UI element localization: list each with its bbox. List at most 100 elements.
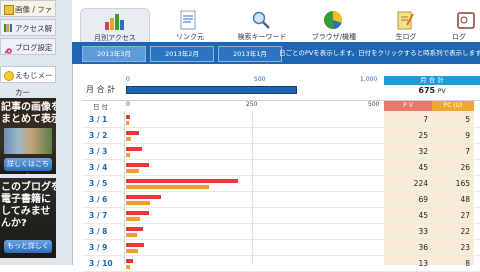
pc-bar (126, 137, 131, 141)
pc-value: 22 (460, 227, 470, 236)
banner-more-button[interactable]: もっと詳しく (4, 240, 52, 253)
sidebar-item-images[interactable]: 画像 / ファイル (0, 0, 56, 31)
tab-log[interactable]: ログ (440, 8, 480, 42)
pc-value: 48 (460, 195, 470, 204)
pv-bar (126, 163, 149, 167)
pc-value: 165 (455, 179, 470, 188)
banner-text: んか? (1, 218, 27, 229)
pc-value: 26 (460, 163, 470, 172)
sidebar-item-emoji[interactable]: えもじメーカー (0, 66, 56, 97)
link-page-icon (178, 10, 200, 30)
pv-bar (126, 227, 143, 231)
monthly-total-number: 675 (418, 86, 436, 95)
pv-bar (126, 195, 161, 199)
day-link[interactable]: 3 / 6 (89, 195, 107, 204)
notepad-icon (394, 10, 416, 30)
tab-label: ブラウザ/機種 (311, 33, 357, 41)
table-row: 3 / 3 32 7 (82, 144, 480, 160)
photo-banner[interactable]: 記事の画像を まとめて表示! 詳しくはこちら (0, 98, 56, 174)
pv-value: 45 (418, 163, 428, 172)
banner-text: 記事の画像を (1, 102, 56, 113)
pc-column-header: PC (U) (432, 101, 474, 111)
emoji-icon (4, 71, 14, 81)
pc-bar (126, 153, 130, 157)
day-column-header: 日 付 (93, 103, 109, 111)
pv-bar (126, 211, 149, 215)
monthly-total-value: 675 PV (384, 85, 480, 96)
pv-bar (126, 179, 238, 183)
pv-value: 36 (418, 243, 428, 252)
table-row: 3 / 4 45 26 (82, 160, 480, 176)
pv-bar (126, 131, 139, 135)
pc-bar (126, 201, 150, 205)
pv-value: 13 (418, 259, 428, 268)
table-row: 3 / 1 7 5 (82, 112, 480, 128)
wrench-icon (4, 43, 12, 54)
pc-bar (126, 265, 130, 269)
sidebar-item-settings[interactable]: ブログ設定 (0, 38, 56, 55)
photo-thumbnails (4, 128, 52, 154)
tab-search-keyword[interactable]: 検索キーワード (228, 8, 296, 42)
log-icon (456, 10, 478, 30)
monthly-total-header: 月 合 計 (384, 76, 480, 85)
table-row: 3 / 8 33 22 (82, 224, 480, 240)
tab-raw-log[interactable]: 生ログ (372, 8, 440, 42)
pv-value: 7 (423, 115, 428, 124)
magnifier-icon (250, 10, 272, 30)
day-link[interactable]: 3 / 7 (89, 211, 107, 220)
pc-bar (126, 233, 137, 237)
pc-value: 8 (465, 259, 470, 268)
pv-value: 224 (413, 179, 428, 188)
day-link[interactable]: 3 / 8 (89, 227, 107, 236)
banner-text: 電子書籍に (1, 194, 51, 205)
month-button-active[interactable]: 2013年3月 (82, 46, 146, 62)
day-link[interactable]: 3 / 2 (89, 131, 107, 140)
table-row: 3 / 7 45 27 (82, 208, 480, 224)
day-link[interactable]: 3 / 10 (89, 259, 113, 268)
month-button[interactable]: 2013年1月 (218, 46, 282, 62)
pc-value: 5 (465, 115, 470, 124)
day-link[interactable]: 3 / 3 (89, 147, 107, 156)
pc-value: 7 (465, 147, 470, 156)
hint-text: 日ごとのPVを表示します。日付をクリックすると時系列で表示します。 (279, 49, 480, 57)
pc-bar (126, 217, 140, 221)
axis-tick: 500 (368, 101, 380, 108)
pie-chart-icon (322, 10, 344, 30)
tab-label: リンク元 (176, 33, 204, 41)
pc-value: 9 (465, 131, 470, 140)
monthly-scale: 0 500 1,000 (124, 76, 377, 86)
pv-value: 25 (418, 131, 428, 140)
scale-tick: 500 (254, 76, 266, 83)
pc-bar (126, 185, 209, 189)
month-button[interactable]: 2013年2月 (150, 46, 214, 62)
sidebar-item-label: えもじメーカー (15, 71, 53, 97)
tab-label: ログ (452, 33, 466, 41)
pv-bar (126, 115, 130, 119)
tab-browser[interactable]: ブラウザ/機種 (300, 8, 368, 42)
day-link[interactable]: 3 / 9 (89, 243, 107, 252)
tab-label: 生ログ (395, 33, 417, 41)
tab-monthly-access[interactable]: 月別アクセス (80, 8, 150, 43)
pv-value: 69 (418, 195, 428, 204)
tab-referrer[interactable]: リンク元 (156, 8, 224, 42)
banner-text: してみませ (1, 206, 51, 217)
sidebar-item-label: ブログ設定 (15, 43, 53, 52)
ebook-banner[interactable]: このブログを 電子書籍に してみませ んか? もっと詳しく (0, 178, 56, 258)
pv-bar (126, 243, 144, 247)
sidebar-item-access[interactable]: アクセス解析 (0, 19, 56, 50)
pc-value: 27 (460, 211, 470, 220)
banner-text: このブログを (1, 182, 56, 193)
day-link[interactable]: 3 / 5 (89, 179, 107, 188)
scale-tick: 0 (126, 76, 130, 83)
axis-tick: 250 (246, 101, 258, 108)
banner-text: まとめて表示! (1, 114, 56, 125)
day-link[interactable]: 3 / 1 (89, 115, 107, 124)
pc-bar (126, 169, 139, 173)
tab-label: 検索キーワード (237, 33, 287, 41)
monthly-total-unit: PV (437, 88, 446, 95)
day-link[interactable]: 3 / 4 (89, 163, 107, 172)
table-row: 3 / 6 69 48 (82, 192, 480, 208)
axis-tick: 0 (126, 101, 130, 108)
banner-details-button[interactable]: 詳しくはこちら (4, 158, 52, 174)
sidebar: 画像 / ファイル アクセス解析 ブログ設定 えもじメーカー 記事の画像を まと… (0, 0, 73, 265)
